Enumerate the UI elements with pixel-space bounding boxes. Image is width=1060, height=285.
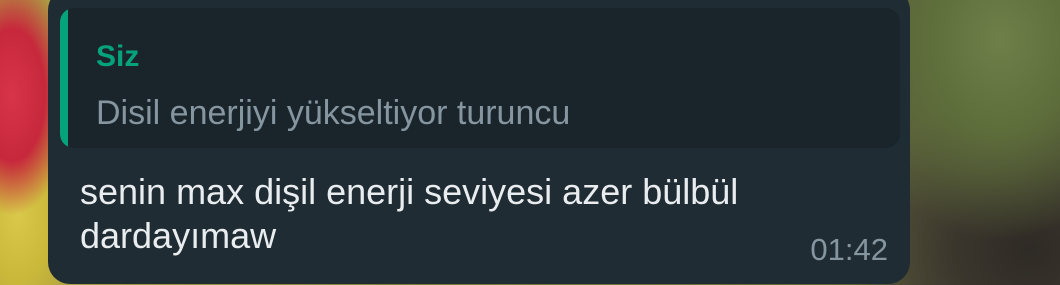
quote-text: Disil enerjiyi yükseltiyor turuncu bbox=[96, 94, 571, 132]
message-timestamp: 01:42 bbox=[810, 232, 888, 267]
message-text: senin max dişil enerji seviyesi azer bül… bbox=[80, 171, 739, 256]
quoted-message[interactable]: Siz Disil enerjiyi yükseltiyor turuncu bbox=[60, 8, 900, 148]
quote-accent-bar bbox=[60, 8, 68, 148]
quote-author: Siz bbox=[96, 40, 140, 73]
